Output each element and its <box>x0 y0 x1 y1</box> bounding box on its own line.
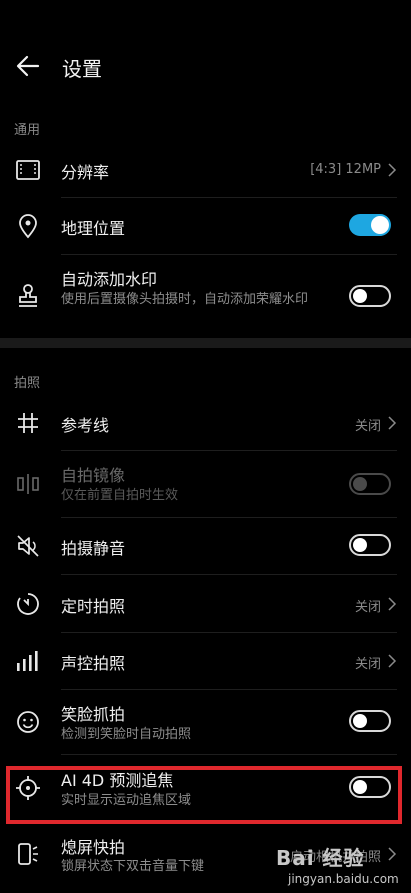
divider <box>61 689 397 690</box>
divider <box>61 254 397 255</box>
settings-row-voice[interactable]: 声控拍照 关闭 <box>0 635 411 687</box>
mirror-toggle[interactable] <box>349 473 391 495</box>
location-toggle[interactable] <box>349 214 391 236</box>
resolution-value: [4:3] 12MP <box>310 162 381 177</box>
chevron-right-icon <box>388 597 397 611</box>
settings-row-resolution[interactable]: 分辨率 [4:3] 12MP <box>0 145 411 195</box>
section-label-general: 通用 <box>14 123 41 138</box>
phone-snap-icon <box>18 843 38 865</box>
settings-row-smile[interactable]: 笑脸抓拍 检测到笑脸时自动拍照 <box>0 692 411 752</box>
watermark-toggle[interactable] <box>349 285 391 307</box>
highlight-box <box>6 766 402 824</box>
chevron-right-icon <box>388 416 397 430</box>
mute-toggle[interactable] <box>349 534 391 556</box>
timer-icon <box>17 593 39 615</box>
section-separator <box>0 338 411 348</box>
settings-row-watermark[interactable]: 自动添加水印 使用后置摄像头拍摄时，自动添加荣耀水印 <box>0 258 411 336</box>
site-watermark: Bai 经验 jingyan.baidu.com <box>268 834 408 892</box>
divider <box>61 517 397 518</box>
divider <box>61 574 397 575</box>
smile-toggle[interactable] <box>349 710 391 732</box>
location-pin-icon <box>19 214 37 239</box>
signal-bars-icon <box>17 651 38 671</box>
arrow-left-icon[interactable] <box>14 52 42 80</box>
toggle-knob <box>353 714 367 728</box>
row-subtitle: 仅在前置自拍时生效 <box>61 488 179 503</box>
mirror-icon <box>17 474 39 494</box>
voice-value: 关闭 <box>354 657 381 672</box>
grid-hash-icon <box>18 413 38 433</box>
settings-row-gridlines[interactable]: 参考线 关闭 <box>0 398 411 448</box>
divider <box>61 450 397 451</box>
chevron-right-icon <box>388 163 397 177</box>
row-title: 声控拍照 <box>61 654 126 673</box>
toggle-knob <box>353 538 367 552</box>
row-subtitle: 使用后置摄像头拍摄时，自动添加荣耀水印 <box>61 292 309 307</box>
resolution-frame-icon <box>16 160 40 180</box>
watermark-url: jingyan.baidu.com <box>288 872 399 886</box>
gridlines-value: 关闭 <box>354 419 381 434</box>
row-title: 自拍镜像 <box>61 466 126 485</box>
toggle-knob <box>353 289 367 303</box>
settings-row-mute[interactable]: 拍摄静音 <box>0 520 411 572</box>
chevron-right-icon <box>388 654 397 668</box>
row-title: 熄屏快拍 <box>61 838 126 857</box>
row-title: 定时拍照 <box>61 597 126 616</box>
row-title: 分辨率 <box>61 163 110 182</box>
row-title: 地理位置 <box>61 219 126 238</box>
smiley-icon <box>17 711 39 733</box>
row-title: 拍摄静音 <box>61 539 126 558</box>
toggle-knob <box>353 477 367 491</box>
page-title: 设置 <box>62 57 102 81</box>
timer-value: 关闭 <box>354 600 381 615</box>
watermark-logo: Bai 经验 <box>276 846 365 870</box>
divider <box>61 197 397 198</box>
section-label-capture: 拍照 <box>14 376 41 391</box>
stamp-icon <box>19 284 37 307</box>
settings-row-mirror[interactable]: 自拍镜像 仅在前置自拍时生效 <box>0 454 411 514</box>
divider <box>61 754 397 755</box>
settings-row-location[interactable]: 地理位置 <box>0 200 411 252</box>
row-subtitle: 检测到笑脸时自动拍照 <box>61 727 192 742</box>
toggle-knob <box>371 216 389 234</box>
row-title: 参考线 <box>61 416 110 435</box>
top-app-bar: 设置 <box>0 40 411 94</box>
divider <box>61 632 397 633</box>
speaker-mute-icon <box>17 535 39 557</box>
row-title: 笑脸抓拍 <box>61 705 126 724</box>
settings-row-timer[interactable]: 定时拍照 关闭 <box>0 578 411 630</box>
row-title: 自动添加水印 <box>61 270 158 289</box>
